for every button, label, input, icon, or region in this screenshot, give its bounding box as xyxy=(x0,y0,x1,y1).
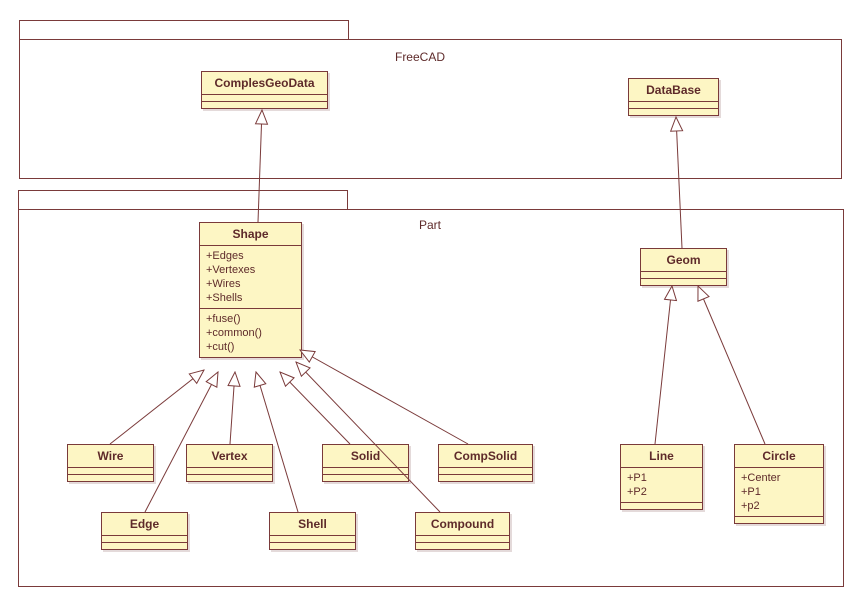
package-freecad-tab xyxy=(19,20,349,40)
class-op-empty xyxy=(323,475,408,481)
attr-row: +P1 xyxy=(627,471,696,485)
class-name: Shape xyxy=(200,223,301,246)
attr-row: +Shells xyxy=(206,291,295,305)
class-op-empty xyxy=(629,109,718,115)
attr-row: +Wires xyxy=(206,277,295,291)
package-part-tab xyxy=(18,190,348,210)
class-database[interactable]: DataBase xyxy=(628,78,719,116)
class-name: Circle xyxy=(735,445,823,468)
class-name: Geom xyxy=(641,249,726,272)
class-attributes: +Edges +Vertexes +Wires +Shells xyxy=(200,246,301,309)
class-attributes: +P1 +P2 xyxy=(621,468,702,503)
class-solid[interactable]: Solid xyxy=(322,444,409,482)
package-part-label: Part xyxy=(400,218,460,232)
class-op-empty xyxy=(641,279,726,285)
class-geom[interactable]: Geom xyxy=(640,248,727,286)
class-op-empty xyxy=(102,543,187,549)
class-vertex[interactable]: Vertex xyxy=(186,444,273,482)
class-attr-empty xyxy=(641,272,726,279)
class-op-empty xyxy=(270,543,355,549)
class-op-empty xyxy=(735,517,823,523)
class-attr-empty xyxy=(416,536,509,543)
class-compound[interactable]: Compound xyxy=(415,512,510,550)
attr-row: +P1 xyxy=(741,485,817,499)
class-wire[interactable]: Wire xyxy=(67,444,154,482)
attr-row: +Edges xyxy=(206,249,295,263)
class-op-empty xyxy=(439,475,532,481)
class-name: CompSolid xyxy=(439,445,532,468)
class-name: Vertex xyxy=(187,445,272,468)
attr-row: +Center xyxy=(741,471,817,485)
class-name: DataBase xyxy=(629,79,718,102)
class-attr-empty xyxy=(68,468,153,475)
class-name: Wire xyxy=(68,445,153,468)
attr-row: +p2 xyxy=(741,499,817,513)
package-freecad-label: FreeCAD xyxy=(380,50,460,64)
op-row: +fuse() xyxy=(206,312,295,326)
diagram-canvas: FreeCAD Part ComplesGeoData DataBase Sha… xyxy=(0,0,865,605)
class-name: Shell xyxy=(270,513,355,536)
class-circle[interactable]: Circle +Center +P1 +p2 xyxy=(734,444,824,524)
class-name: Edge xyxy=(102,513,187,536)
class-shell[interactable]: Shell xyxy=(269,512,356,550)
attr-row: +P2 xyxy=(627,485,696,499)
class-op-empty xyxy=(202,102,327,108)
op-row: +cut() xyxy=(206,340,295,354)
class-attr-empty xyxy=(270,536,355,543)
class-attr-empty xyxy=(102,536,187,543)
class-operations: +fuse() +common() +cut() xyxy=(200,309,301,357)
class-attr-empty xyxy=(323,468,408,475)
class-op-empty xyxy=(187,475,272,481)
class-attr-empty xyxy=(202,95,327,102)
class-op-empty xyxy=(416,543,509,549)
class-attr-empty xyxy=(187,468,272,475)
class-name: ComplesGeoData xyxy=(202,72,327,95)
class-complesgeodata[interactable]: ComplesGeoData xyxy=(201,71,328,109)
class-name: Line xyxy=(621,445,702,468)
class-compsolid[interactable]: CompSolid xyxy=(438,444,533,482)
class-op-empty xyxy=(68,475,153,481)
class-line[interactable]: Line +P1 +P2 xyxy=(620,444,703,510)
class-name: Solid xyxy=(323,445,408,468)
class-name: Compound xyxy=(416,513,509,536)
attr-row: +Vertexes xyxy=(206,263,295,277)
op-row: +common() xyxy=(206,326,295,340)
class-attributes: +Center +P1 +p2 xyxy=(735,468,823,517)
class-op-empty xyxy=(621,503,702,509)
class-shape[interactable]: Shape +Edges +Vertexes +Wires +Shells +f… xyxy=(199,222,302,358)
class-attr-empty xyxy=(629,102,718,109)
class-edge[interactable]: Edge xyxy=(101,512,188,550)
class-attr-empty xyxy=(439,468,532,475)
